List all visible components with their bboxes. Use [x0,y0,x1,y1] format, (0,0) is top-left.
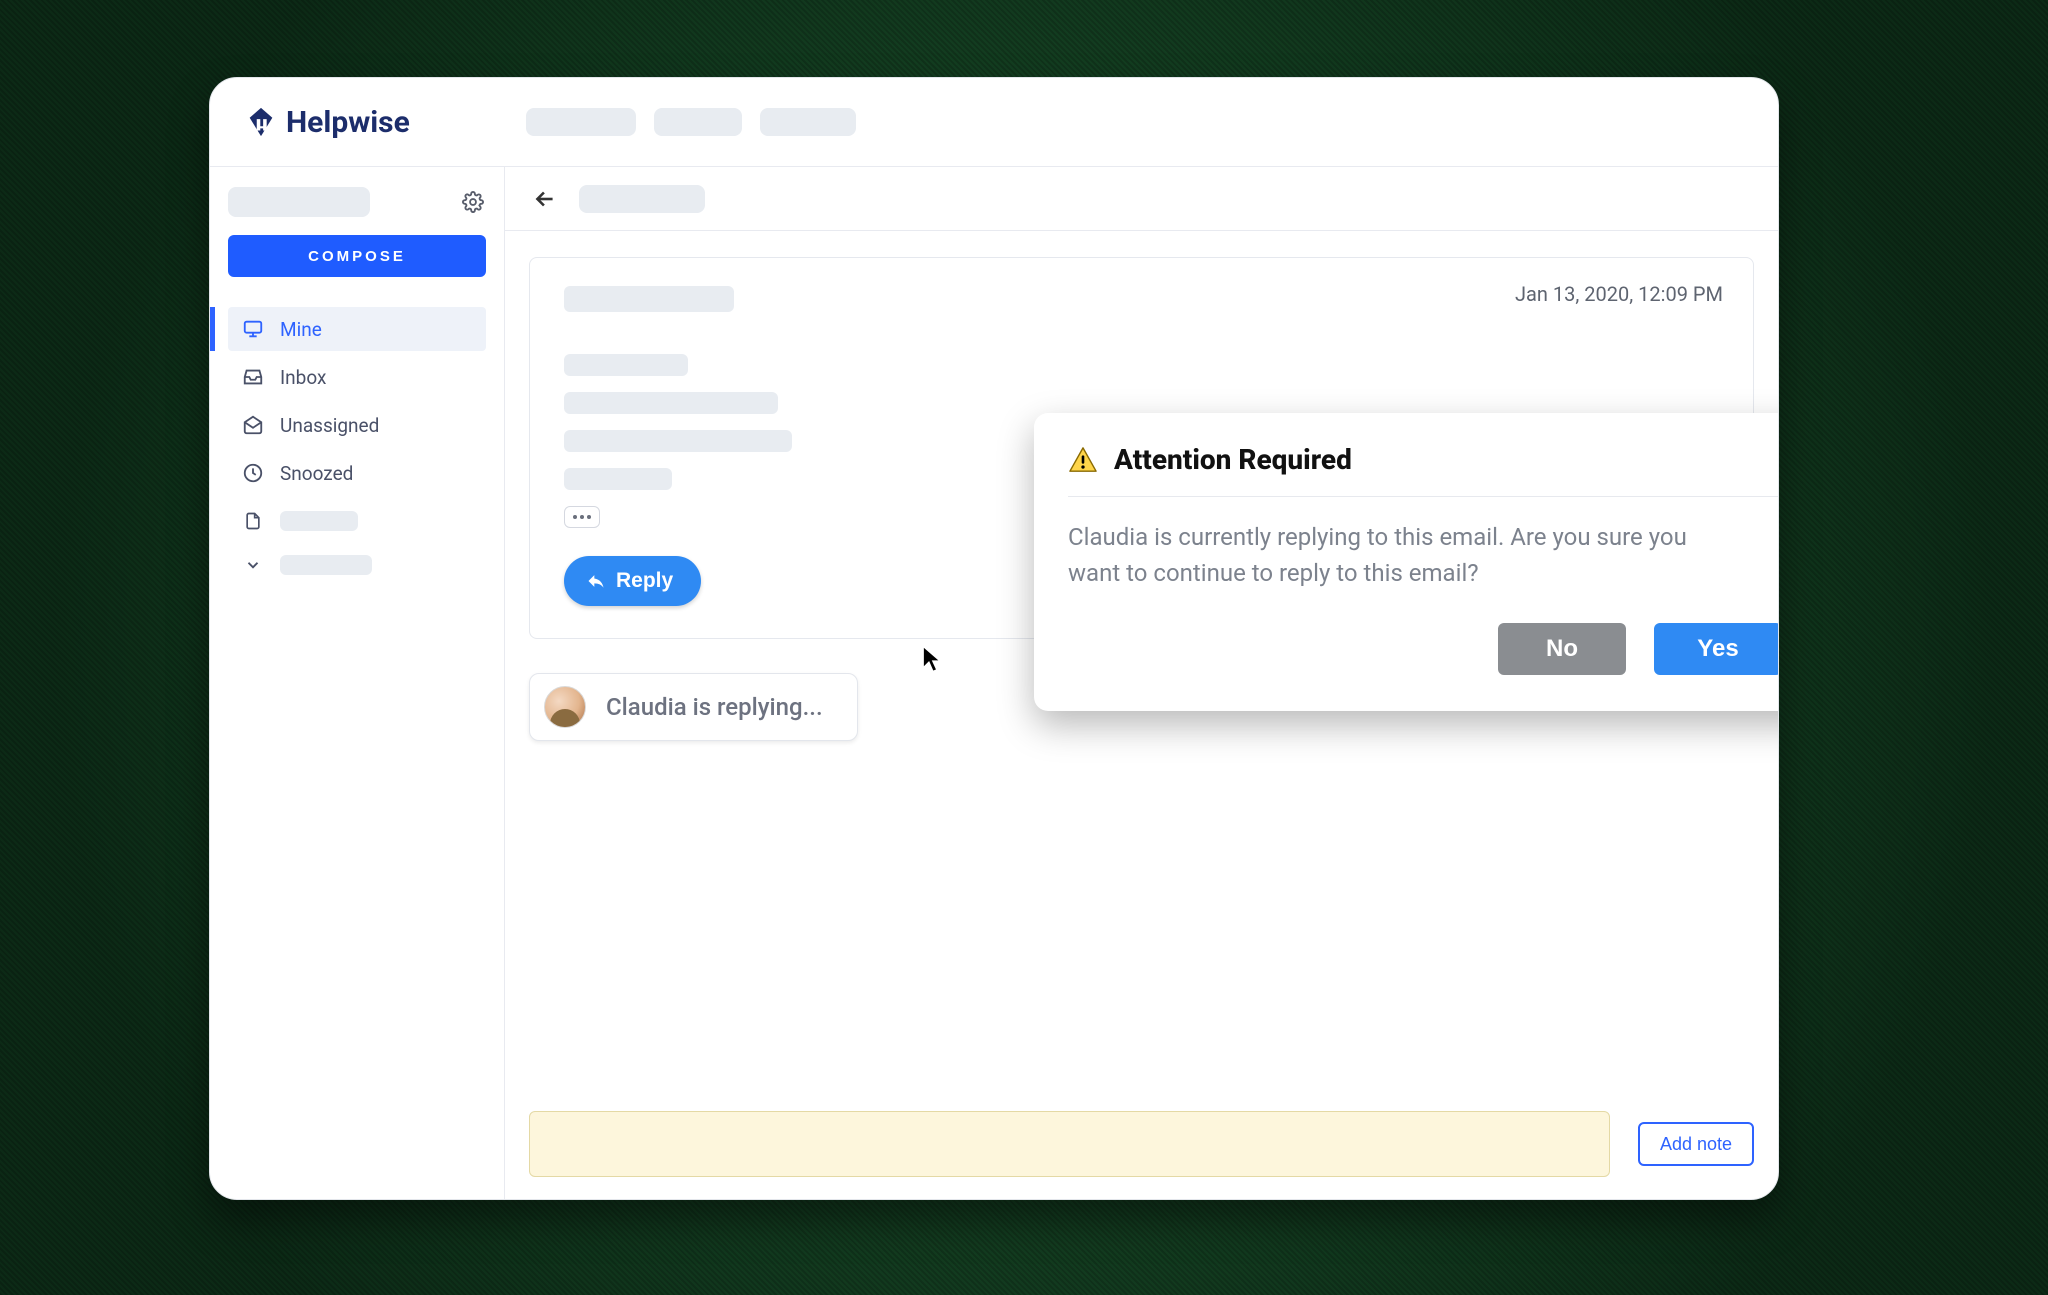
sidebar: COMPOSE Mine Inbox [210,167,505,1199]
dialog-title: Attention Required [1114,443,1352,476]
placeholder [564,392,778,414]
back-arrow-icon[interactable] [531,185,559,213]
sidebar-item-label: Mine [280,318,322,341]
dialog-yes-button[interactable]: Yes [1654,623,1779,675]
placeholder [280,555,372,575]
reply-button-label: Reply [616,569,673,593]
helpwise-logo-icon [244,105,278,139]
reply-arrow-icon [586,571,606,591]
topbar: Helpwise [210,78,1778,167]
sidebar-item-label: Unassigned [280,414,379,437]
sidebar-item-placeholder-2[interactable] [228,547,486,583]
reply-button[interactable]: Reply [564,556,701,606]
attention-dialog: Attention Required Claudia is currently … [1034,413,1779,711]
typing-text: Claudia is replying... [606,693,823,721]
placeholder [579,185,705,213]
sidebar-header [228,187,486,217]
sidebar-item-placeholder-1[interactable] [228,499,486,543]
chevron-down-icon [242,554,264,576]
sidebar-item-label: Snoozed [280,462,353,485]
typing-indicator: Claudia is replying... [529,673,858,741]
app-window: Helpwise COMPOSE [209,77,1779,1200]
sidebar-nav: Mine Inbox Unassigned [228,307,486,583]
placeholder [654,108,742,136]
main-pane: Jan 13, 2020, 12:09 PM Reply Cl [505,167,1778,1199]
email-content-area: Jan 13, 2020, 12:09 PM Reply Cl [505,231,1778,1199]
warning-icon [1068,446,1098,474]
placeholder [564,286,734,312]
sidebar-item-inbox[interactable]: Inbox [228,355,486,399]
brand-logo: Helpwise [244,105,410,140]
add-note-button[interactable]: Add note [1638,1122,1754,1166]
topbar-nav-placeholder [526,108,856,136]
mail-open-icon [242,414,264,436]
placeholder [564,468,672,490]
email-date: Jan 13, 2020, 12:09 PM [1515,282,1723,306]
email-more-button[interactable] [564,506,600,528]
dialog-no-button[interactable]: No [1498,623,1626,675]
note-input[interactable] [529,1111,1610,1177]
placeholder [564,354,688,376]
sidebar-item-unassigned[interactable]: Unassigned [228,403,486,447]
brand-name: Helpwise [286,105,410,140]
dialog-body: Claudia is currently replying to this em… [1068,519,1708,591]
sidebar-item-label: Inbox [280,366,326,389]
file-icon [242,510,264,532]
dialog-actions: No Yes [1068,623,1779,675]
main-toolbar [505,167,1778,231]
monitor-icon [242,318,264,340]
dialog-title-row: Attention Required [1068,443,1779,497]
note-row: Add note [529,1111,1754,1177]
placeholder [526,108,636,136]
inbox-icon [242,366,264,388]
compose-button[interactable]: COMPOSE [228,235,486,277]
placeholder [564,430,792,452]
placeholder [760,108,856,136]
sidebar-item-mine[interactable]: Mine [228,307,486,351]
avatar [544,686,586,728]
clock-icon [242,462,264,484]
sidebar-item-snoozed[interactable]: Snoozed [228,451,486,495]
placeholder [228,187,370,217]
settings-gear-icon[interactable] [460,189,486,215]
placeholder [280,511,358,531]
